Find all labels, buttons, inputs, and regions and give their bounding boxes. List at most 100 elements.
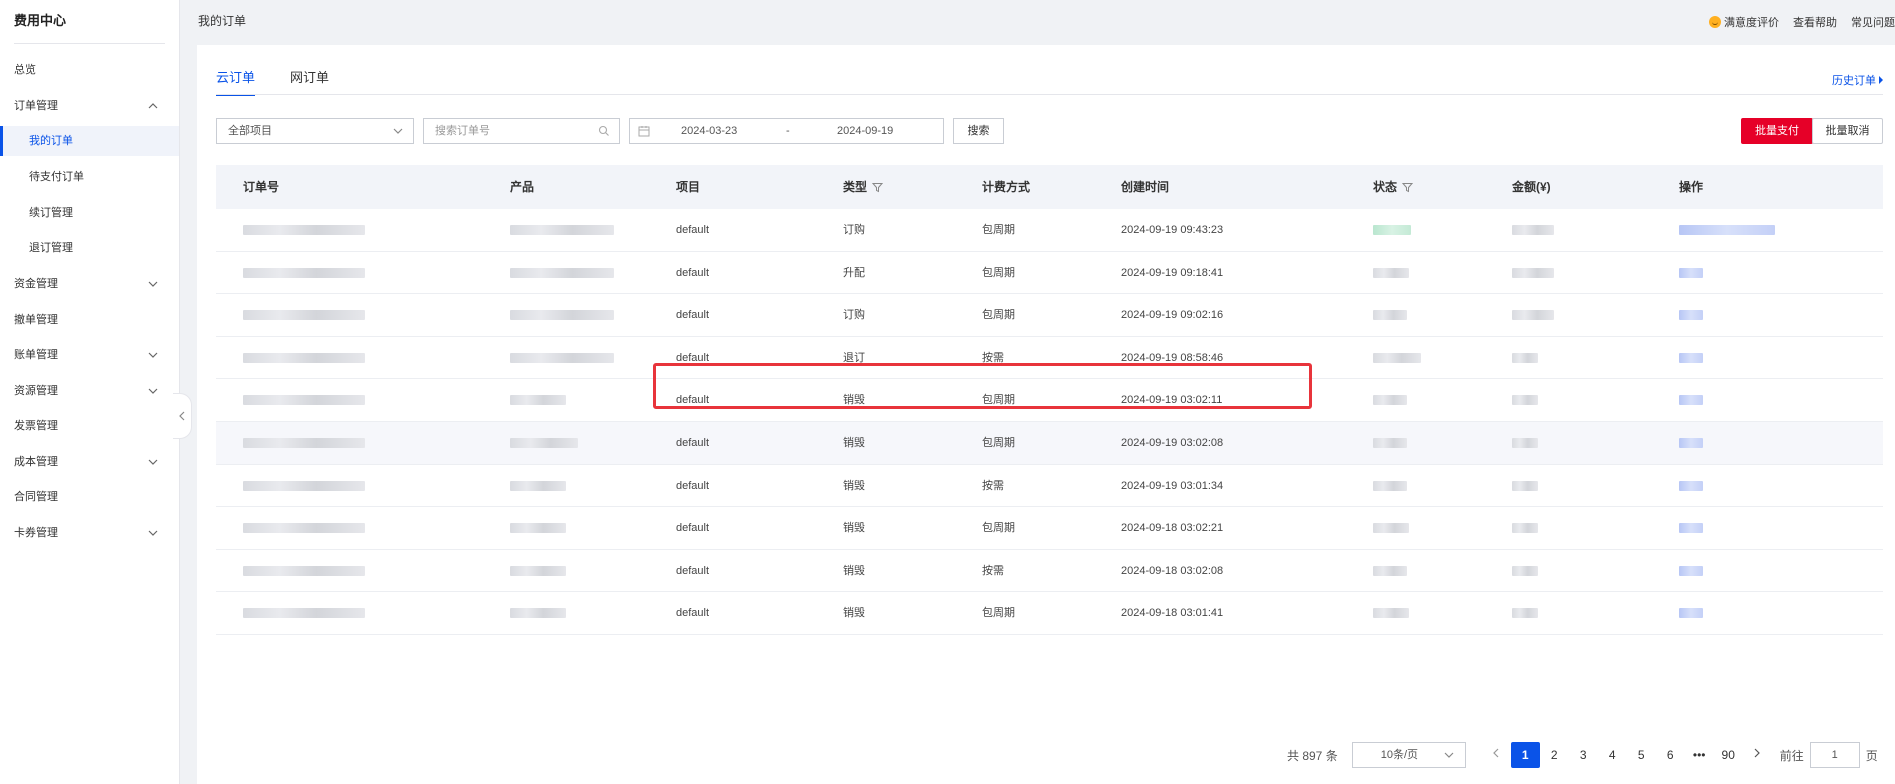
actions-cell[interactable] xyxy=(1679,592,1703,634)
actions-cell[interactable] xyxy=(1679,337,1703,379)
history-orders-link[interactable]: 历史订单 xyxy=(1832,72,1883,88)
sidebar-item-renewal[interactable]: 续订管理 xyxy=(0,198,179,228)
faq-link[interactable]: 常见问题 xyxy=(1851,14,1895,30)
redacted-action-link[interactable] xyxy=(1679,267,1703,278)
redacted-product xyxy=(510,608,566,619)
next-page-button[interactable] xyxy=(1743,742,1772,768)
history-orders-label: 历史订单 xyxy=(1832,75,1876,87)
sidebar-item-label: 资源管理 xyxy=(14,385,58,397)
chevron-down-icon xyxy=(148,459,158,465)
order-no-cell[interactable] xyxy=(243,422,365,464)
order-search-input[interactable]: 搜索订单号 xyxy=(423,118,620,144)
order-no-cell[interactable] xyxy=(243,294,365,336)
caret-right-icon xyxy=(1879,76,1883,84)
amount-cell xyxy=(1512,550,1538,592)
sidebar-item-bills[interactable]: 账单管理 xyxy=(0,340,179,370)
redacted-order-no xyxy=(243,480,365,491)
table-row: default 销毁 包周期 2024-09-18 03:02:21 xyxy=(216,507,1883,550)
actions-cell[interactable] xyxy=(1679,422,1703,464)
date-range-picker[interactable]: 2024-03-23 - 2024-09-19 xyxy=(629,118,944,144)
order-no-cell[interactable] xyxy=(243,550,365,592)
created-cell: 2024-09-19 09:18:41 xyxy=(1121,266,1224,279)
batch-cancel-button[interactable]: 批量取消 xyxy=(1812,118,1883,144)
goto-page-input[interactable]: 1 xyxy=(1809,742,1860,768)
tab-network-orders[interactable]: 网订单 xyxy=(290,67,329,96)
page-button-3[interactable]: 3 xyxy=(1569,742,1598,768)
redacted-action-link[interactable] xyxy=(1679,608,1703,619)
redacted-action-link[interactable] xyxy=(1679,565,1703,576)
tab-cloud-orders[interactable]: 云订单 xyxy=(216,67,256,96)
order-no-cell[interactable] xyxy=(243,507,365,549)
sidebar-item-contracts[interactable]: 合同管理 xyxy=(0,482,179,512)
page-button-4[interactable]: 4 xyxy=(1598,742,1627,768)
sidebar-item-coupons[interactable]: 卡券管理 xyxy=(0,518,179,548)
chevron-down-icon xyxy=(148,388,158,394)
redacted-order-no xyxy=(243,310,365,321)
sidebar-item-withdraw[interactable]: 撤单管理 xyxy=(0,305,179,335)
sidebar-collapse-handle[interactable] xyxy=(173,393,192,439)
redacted-product xyxy=(510,352,614,363)
product-cell xyxy=(510,209,614,251)
product-cell xyxy=(510,422,578,464)
batch-pay-button[interactable]: 批量支付 xyxy=(1741,118,1813,144)
sidebar-item-label: 订单管理 xyxy=(14,100,58,112)
filter-icon[interactable] xyxy=(872,182,884,193)
actions-cell[interactable] xyxy=(1679,465,1703,507)
sidebar-item-resources[interactable]: 资源管理 xyxy=(0,376,179,406)
sidebar-item-overview[interactable]: 总览 xyxy=(0,55,179,85)
sidebar-item-unsubscribe[interactable]: 退订管理 xyxy=(0,233,179,263)
actions-cell[interactable] xyxy=(1679,209,1775,251)
column-header-label: 产品 xyxy=(510,180,535,194)
redacted-action-link[interactable] xyxy=(1679,480,1703,491)
sidebar-item-orders[interactable]: 订单管理 xyxy=(0,91,179,121)
filter-icon[interactable] xyxy=(1402,182,1414,193)
redacted-order-no xyxy=(243,523,365,534)
chevron-down-icon xyxy=(148,352,158,358)
help-link[interactable]: 查看帮助 xyxy=(1793,14,1837,30)
amount-cell xyxy=(1512,294,1554,336)
actions-cell[interactable] xyxy=(1679,507,1703,549)
order-no-cell[interactable] xyxy=(243,592,365,634)
redacted-action-link[interactable] xyxy=(1679,310,1703,321)
actions-cell[interactable] xyxy=(1679,379,1703,421)
billing-cell: 包周期 xyxy=(982,607,1015,620)
order-no-cell[interactable] xyxy=(243,209,365,251)
page-button-5[interactable]: 5 xyxy=(1627,742,1656,768)
sidebar-item-funds[interactable]: 资金管理 xyxy=(0,269,179,299)
sidebar-item-my-orders[interactable]: 我的订单 xyxy=(0,126,179,156)
order-no-cell[interactable] xyxy=(243,337,365,379)
column-header-actions: 操作 xyxy=(1679,165,1703,209)
chevron-down-icon xyxy=(393,128,403,134)
prev-page-button[interactable] xyxy=(1482,742,1511,768)
actions-cell[interactable] xyxy=(1679,294,1703,336)
redacted-action-link[interactable] xyxy=(1679,395,1703,406)
sidebar-item-pending-orders[interactable]: 待支付订单 xyxy=(0,162,179,192)
redacted-amount xyxy=(1512,523,1538,534)
redacted-status xyxy=(1373,608,1409,619)
redacted-action-link[interactable] xyxy=(1679,352,1703,363)
page-ellipsis[interactable]: ••• xyxy=(1685,742,1714,768)
redacted-product xyxy=(510,267,614,278)
redacted-action-link[interactable] xyxy=(1679,438,1703,449)
sidebar-item-costs[interactable]: 成本管理 xyxy=(0,447,179,477)
amount-cell xyxy=(1512,379,1538,421)
redacted-action-link[interactable] xyxy=(1679,523,1703,534)
page-size-select[interactable]: 10条/页 xyxy=(1351,742,1466,768)
page-button-2[interactable]: 2 xyxy=(1540,742,1569,768)
sidebar-item-invoices[interactable]: 发票管理 xyxy=(0,411,179,441)
type-cell: 升配 xyxy=(843,266,865,279)
page-button-6[interactable]: 6 xyxy=(1656,742,1685,768)
page-button-1[interactable]: 1 xyxy=(1510,742,1540,768)
actions-cell[interactable] xyxy=(1679,252,1703,294)
order-no-cell[interactable] xyxy=(243,465,365,507)
satisfaction-link[interactable]: 满意度评价 xyxy=(1709,14,1779,30)
product-cell xyxy=(510,337,614,379)
project-select[interactable]: 全部项目 xyxy=(216,118,414,144)
page-button-90[interactable]: 90 xyxy=(1714,742,1743,768)
search-button[interactable]: 搜索 xyxy=(953,118,1004,144)
redacted-action-links[interactable] xyxy=(1679,225,1775,236)
order-no-cell[interactable] xyxy=(243,379,365,421)
actions-cell[interactable] xyxy=(1679,550,1703,592)
project-cell: default xyxy=(676,394,710,407)
order-no-cell[interactable] xyxy=(243,252,365,294)
